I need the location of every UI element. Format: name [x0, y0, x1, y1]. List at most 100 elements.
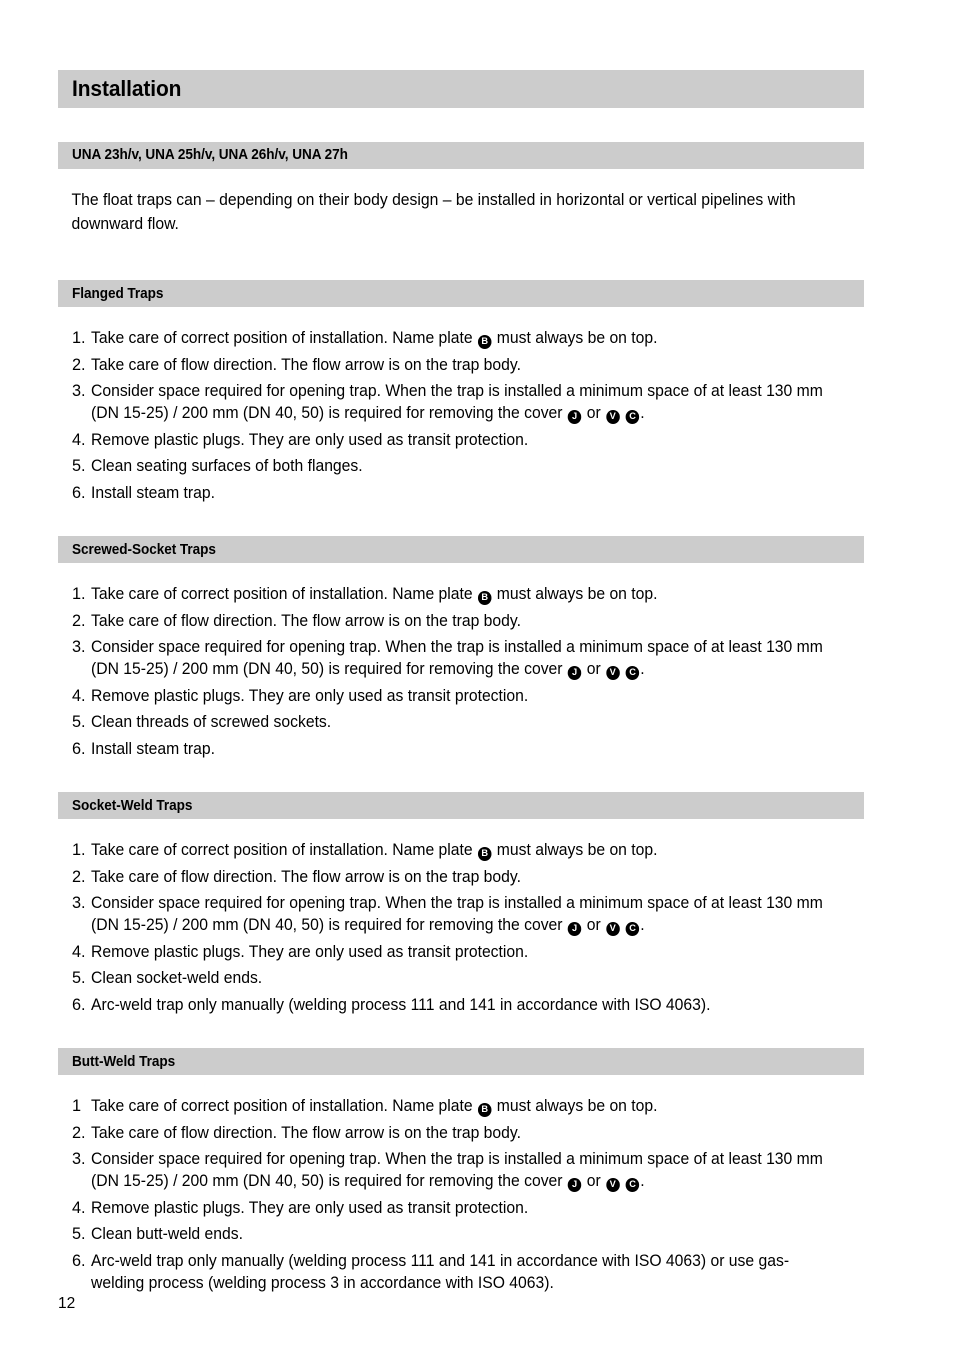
text-run: Arc-weld trap only manually (welding pro…	[91, 995, 711, 1014]
instruction-list: 1. Take care of correct position of insta…	[58, 583, 864, 760]
text-run: Take care of correct position of install…	[91, 585, 477, 604]
list-item: 2. Take care of flow direction. The flow …	[72, 1122, 864, 1144]
section-header-butt-weld-traps: Butt-Weld Traps	[58, 1048, 864, 1076]
text-run: must always be on top.	[492, 841, 658, 860]
list-item-text: Take care of correct position of install…	[91, 327, 837, 350]
list-item-number: 5.	[72, 713, 86, 732]
list-item-number: 5.	[72, 1225, 86, 1244]
letter-badge-b-icon: B	[477, 335, 492, 350]
text-run: Remove plastic plugs. They are only used…	[91, 686, 529, 705]
sections-container: Flanged Traps 1. Take care of correct posi…	[58, 252, 864, 1294]
letter-badge-v-icon: V	[606, 410, 620, 425]
page-title-bar: Installation	[58, 70, 864, 108]
list-item-number: 2.	[72, 611, 86, 630]
list-item-text: Take care of flow direction. The flow ar…	[91, 610, 837, 632]
letter-badge-c-icon: C	[625, 410, 640, 425]
list-item-text: Remove plastic plugs. They are only used…	[91, 1197, 837, 1219]
letter-badge-b-icon: B	[477, 591, 492, 606]
instruction-list: 1. Take care of correct position of insta…	[58, 839, 864, 1016]
text-run: Install steam trap.	[91, 739, 216, 758]
text-run: Take care of correct position of install…	[91, 841, 477, 860]
section-header-screwed-socket-traps: Screwed-Socket Traps	[58, 536, 864, 564]
list-item: 2. Take care of flow direction. The flow …	[72, 354, 864, 376]
letter-badge-b-icon: B	[477, 1103, 492, 1118]
list-item-text: Clean threads of screwed sockets.	[91, 711, 837, 733]
list-item: 5. Clean threads of screwed sockets.	[72, 711, 864, 733]
list-item: 1. Take care of correct position of insta…	[72, 327, 864, 350]
text-run: must always be on top.	[492, 329, 658, 348]
list-item: 6. Install steam trap.	[72, 482, 864, 504]
list-item-text: Remove plastic plugs. They are only used…	[91, 941, 837, 963]
list-item-text: Install steam trap.	[91, 482, 837, 504]
section-heading: Flanged Traps	[72, 285, 164, 302]
list-item-number: 6.	[72, 483, 86, 502]
list-item-number: 1.	[72, 841, 86, 860]
document-page: Installation UNA 23h/v, UNA 25h/v, UNA 2…	[0, 0, 954, 1352]
section-header-flanged-traps: Flanged Traps	[58, 280, 864, 308]
list-item-text: Take care of correct position of install…	[91, 583, 837, 606]
list-item: 3. Consider space required for opening tr…	[72, 1148, 864, 1193]
list-item-text: Arc-weld trap only manually (welding pro…	[91, 1250, 837, 1294]
letter-badge-c-icon: C	[625, 666, 640, 681]
model-series-header: UNA 23h/v, UNA 25h/v, UNA 26h/v, UNA 27h	[58, 142, 864, 169]
list-item-text: Take care of flow direction. The flow ar…	[91, 1122, 837, 1144]
text-run: .	[640, 916, 645, 935]
text-run: Take care of flow direction. The flow ar…	[91, 867, 521, 886]
list-item: 5. Clean seating surfaces of both flanges…	[72, 455, 864, 477]
letter-badge-c-icon: C	[625, 1178, 640, 1193]
list-item: 1. Take care of correct position of insta…	[72, 583, 864, 606]
text-run: Clean seating surfaces of both flanges.	[91, 457, 363, 476]
list-item-number: 4.	[72, 1198, 86, 1217]
text-run	[620, 660, 624, 678]
text-run	[620, 404, 624, 422]
letter-badge-v-icon: V	[606, 922, 620, 937]
list-item-text: Take care of correct position of install…	[91, 839, 837, 862]
list-item: 3. Consider space required for opening tr…	[72, 892, 864, 937]
letter-badge-c-icon: C	[625, 922, 640, 937]
text-run: Remove plastic plugs. They are only used…	[91, 430, 529, 449]
text-run: Take care of correct position of install…	[91, 329, 477, 348]
list-item-text: Consider space required for opening trap…	[91, 636, 837, 681]
list-item: 3. Consider space required for opening tr…	[72, 380, 864, 425]
list-item-text: Consider space required for opening trap…	[91, 380, 837, 425]
list-item-text: Install steam trap.	[91, 738, 837, 760]
section-header-socket-weld-traps: Socket-Weld Traps	[58, 792, 864, 820]
text-run: Take care of flow direction. The flow ar…	[91, 1123, 521, 1142]
list-item-number: 5.	[72, 969, 86, 988]
instruction-list: 1 Take care of correct position of instal…	[58, 1095, 864, 1294]
list-item: 5. Clean socket-weld ends.	[72, 967, 864, 989]
text-run: Take care of correct position of install…	[91, 1097, 477, 1116]
letter-badge-v-icon: V	[606, 666, 620, 681]
text-run: Consider space required for opening trap…	[91, 894, 823, 935]
list-item-text: Clean socket-weld ends.	[91, 967, 837, 989]
text-run: Clean butt-weld ends.	[91, 1225, 243, 1244]
list-item-number: 4.	[72, 686, 86, 705]
page-number: 12	[58, 1295, 76, 1312]
text-run: Take care of flow direction. The flow ar…	[91, 611, 521, 630]
list-item-number: 4.	[72, 430, 86, 449]
list-item: 6. Arc-weld trap only manually (welding p…	[72, 994, 864, 1016]
section-heading: Screwed-Socket Traps	[72, 541, 216, 558]
page-content: Installation UNA 23h/v, UNA 25h/v, UNA 2…	[58, 70, 864, 1298]
list-item-number: 3.	[72, 638, 86, 657]
list-item-number: 2.	[72, 1123, 86, 1142]
list-item-number: 3.	[72, 1150, 86, 1169]
text-run: Consider space required for opening trap…	[91, 638, 823, 679]
list-item: 4. Remove plastic plugs. They are only us…	[72, 941, 864, 963]
list-item-text: Take care of flow direction. The flow ar…	[91, 866, 837, 888]
list-item-text: Take care of correct position of install…	[91, 1095, 837, 1118]
text-run: must always be on top.	[492, 585, 658, 604]
list-item: 3. Consider space required for opening tr…	[72, 636, 864, 681]
section-heading: Socket-Weld Traps	[72, 797, 193, 814]
list-item-number: 5.	[72, 457, 86, 476]
list-item-number: 1	[72, 1097, 82, 1116]
text-run: or	[582, 660, 606, 679]
text-run: or	[582, 404, 606, 423]
text-run: .	[640, 660, 645, 679]
text-run: Remove plastic plugs. They are only used…	[91, 942, 529, 961]
list-item-number: 2.	[72, 355, 86, 374]
list-item: 6. Arc-weld trap only manually (welding p…	[72, 1250, 864, 1294]
